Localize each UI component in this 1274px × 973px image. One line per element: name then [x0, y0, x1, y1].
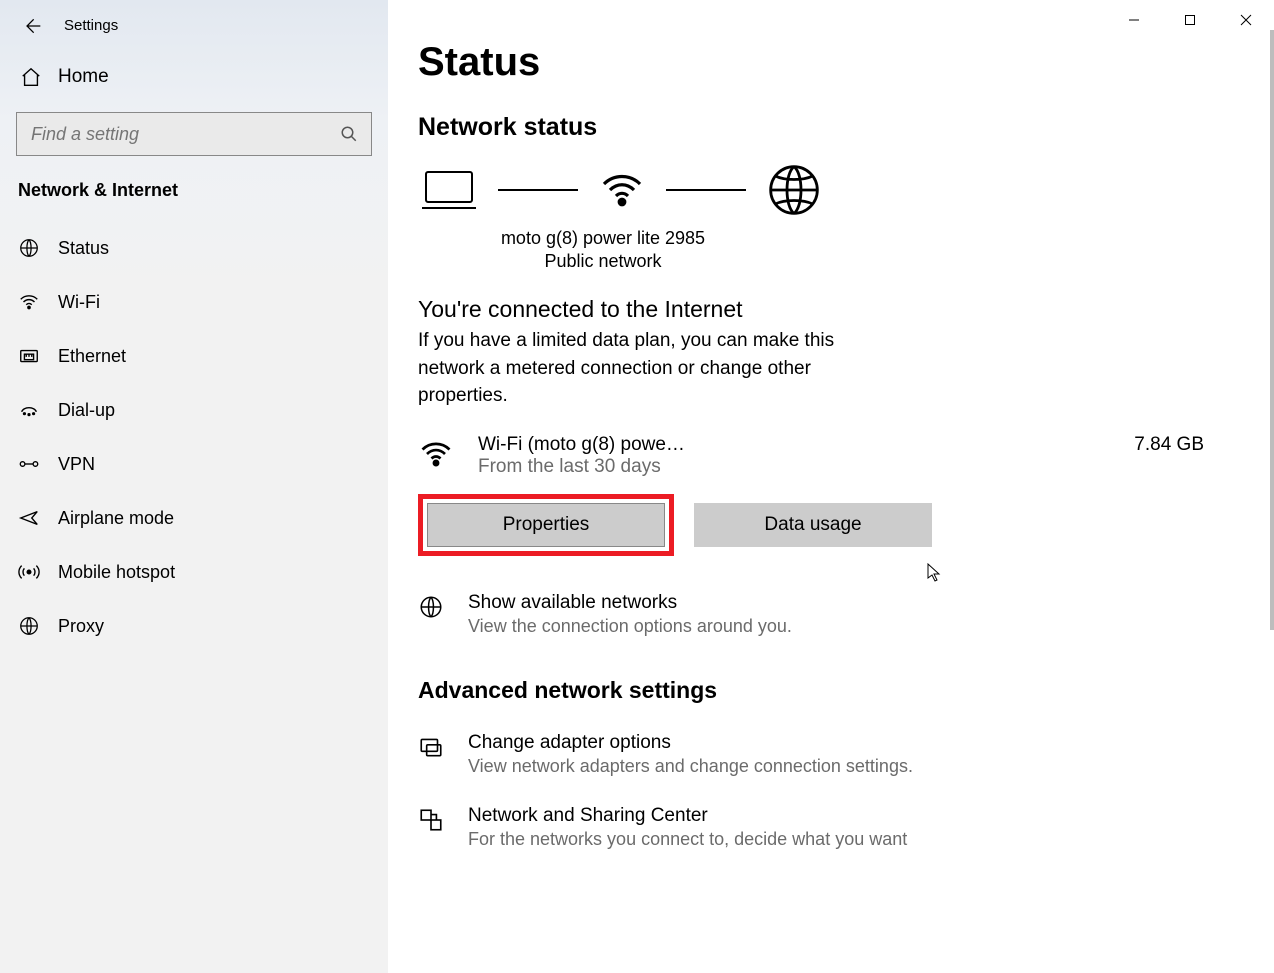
scrollbar[interactable]: [1270, 30, 1274, 630]
sidebar-home[interactable]: Home: [0, 50, 388, 112]
hotspot-icon: [18, 561, 40, 583]
wifi-icon: [18, 291, 40, 313]
sidebar-item-label: Ethernet: [58, 346, 126, 367]
connected-desc: If you have a limited data plan, you can…: [418, 327, 898, 410]
sidebar-item-wifi[interactable]: Wi-Fi: [0, 275, 388, 329]
diagram-line: [666, 189, 746, 191]
wifi-icon: [598, 166, 646, 214]
diagram-profile: Public network: [418, 251, 788, 272]
adapter-icon: [418, 732, 448, 777]
airplane-icon: [18, 507, 40, 529]
link-title: Change adapter options: [468, 732, 913, 754]
sidebar-nav: Status Wi-Fi Ethernet Dial-up: [0, 221, 388, 653]
search-icon: [340, 125, 358, 143]
sharing-icon: [418, 805, 448, 850]
annotation-highlight: Properties: [418, 494, 674, 556]
sidebar-item-proxy[interactable]: Proxy: [0, 599, 388, 653]
wifi-icon: [418, 434, 478, 472]
ethernet-icon: [18, 345, 40, 367]
globe-icon: [766, 162, 822, 218]
show-available-networks[interactable]: Show available networks View the connect…: [418, 592, 1244, 637]
link-title: Show available networks: [468, 592, 792, 614]
connection-row: Wi-Fi (moto g(8) powe… From the last 30 …: [418, 434, 1244, 478]
network-diagram: [420, 162, 1244, 218]
home-icon: [20, 66, 42, 88]
properties-button[interactable]: Properties: [427, 503, 665, 547]
sidebar-item-hotspot[interactable]: Mobile hotspot: [0, 545, 388, 599]
sidebar-home-label: Home: [58, 66, 109, 88]
computer-icon: [420, 166, 478, 214]
globe-icon: [18, 615, 40, 637]
sidebar-item-label: Proxy: [58, 616, 104, 637]
globe-icon: [18, 237, 40, 259]
back-button[interactable]: [22, 16, 40, 34]
connected-title: You're connected to the Internet: [418, 296, 1244, 323]
maximize-button[interactable]: [1162, 0, 1218, 40]
sidebar-item-vpn[interactable]: VPN: [0, 437, 388, 491]
sidebar-item-label: Status: [58, 238, 109, 259]
sidebar-item-label: Wi-Fi: [58, 292, 100, 313]
button-label: Properties: [503, 514, 590, 536]
diagram-ssid: moto g(8) power lite 2985: [418, 228, 788, 249]
link-title: Network and Sharing Center: [468, 805, 907, 827]
sidebar-item-label: Airplane mode: [58, 508, 174, 529]
connection-name: Wi-Fi (moto g(8) powe…: [478, 434, 1134, 456]
sidebar: Settings Home Network & Internet Stat: [0, 0, 388, 973]
sidebar-item-label: Dial-up: [58, 400, 115, 421]
connection-meta: From the last 30 days: [478, 456, 1134, 478]
sidebar-item-dialup[interactable]: Dial-up: [0, 383, 388, 437]
sidebar-item-airplane[interactable]: Airplane mode: [0, 491, 388, 545]
link-desc: For the networks you connect to, decide …: [468, 829, 907, 850]
sidebar-item-label: Mobile hotspot: [58, 562, 175, 583]
window-caption: [1106, 0, 1274, 40]
dialup-icon: [18, 399, 40, 421]
link-desc: View network adapters and change connect…: [468, 756, 913, 777]
network-status-header: Network status: [418, 113, 1244, 142]
advanced-header: Advanced network settings: [418, 677, 1244, 704]
minimize-button[interactable]: [1106, 0, 1162, 40]
globe-icon: [418, 592, 448, 637]
sidebar-item-label: VPN: [58, 454, 95, 475]
data-usage-button[interactable]: Data usage: [694, 503, 932, 547]
network-sharing-center[interactable]: Network and Sharing Center For the netwo…: [418, 805, 1244, 850]
sidebar-category: Network & Internet: [0, 180, 388, 221]
diagram-line: [498, 189, 578, 191]
link-desc: View the connection options around you.: [468, 616, 792, 637]
connection-usage: 7.84 GB: [1134, 434, 1204, 456]
vpn-icon: [18, 453, 40, 475]
search-input[interactable]: [16, 112, 372, 156]
change-adapter-options[interactable]: Change adapter options View network adap…: [418, 732, 1244, 777]
button-label: Data usage: [764, 514, 861, 536]
main-content: Status Network status moto g(8) power li…: [388, 0, 1274, 973]
close-button[interactable]: [1218, 0, 1274, 40]
sidebar-item-ethernet[interactable]: Ethernet: [0, 329, 388, 383]
cursor-icon: [927, 563, 943, 583]
page-title: Status: [418, 40, 1244, 85]
window-title: Settings: [64, 17, 118, 34]
sidebar-item-status[interactable]: Status: [0, 221, 388, 275]
